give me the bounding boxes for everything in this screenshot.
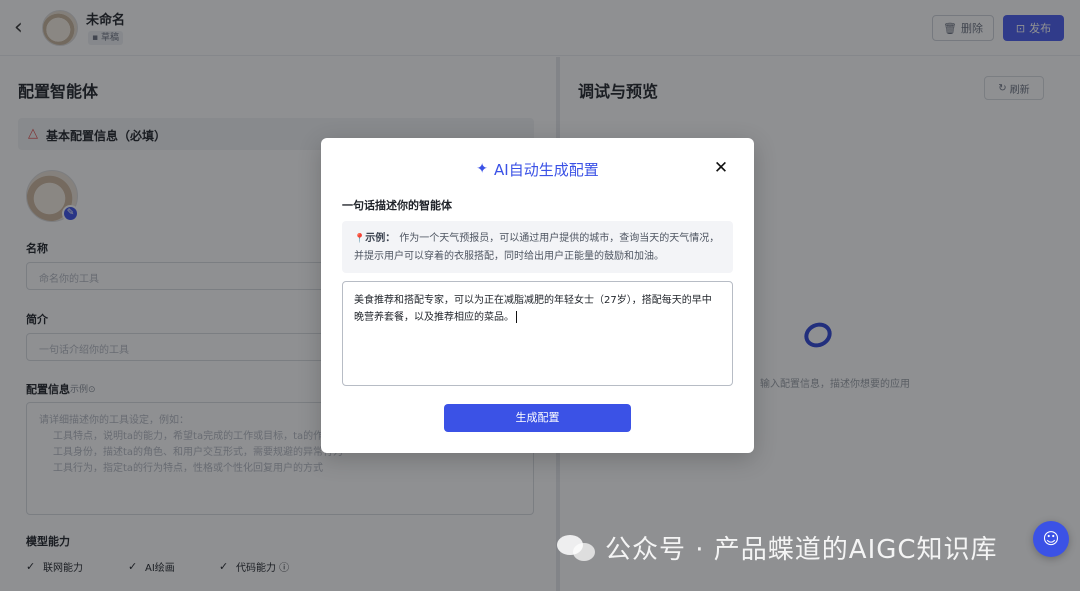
description-value: 美食推荐和搭配专家，可以为正在减脂减肥的年轻女士（27岁），搭配每天的早中晚营养… [354, 295, 712, 323]
ai-generate-modal: ✦ AI自动生成配置 ✕ 一句话描述你的智能体 📍示例： 作为一个天气预报员，可以… [321, 138, 754, 453]
pin-icon: 📍 [354, 234, 366, 244]
text-cursor [516, 311, 517, 323]
example-label: 示例： [365, 233, 396, 244]
chat-icon: ☺ [1042, 529, 1060, 548]
sparkle-icon: ✦ [476, 161, 489, 177]
watermark: 公众号 · 产品蝶道的AIGC知识库 [557, 527, 998, 567]
generate-button[interactable]: 生成配置 [444, 404, 631, 432]
description-input[interactable]: 美食推荐和搭配专家，可以为正在减脂减肥的年轻女士（27岁），搭配每天的早中晚营养… [342, 281, 733, 386]
description-label: 一句话描述你的智能体 [342, 199, 452, 212]
wechat-icon [557, 531, 597, 563]
example-text: 作为一个天气预报员，可以通过用户提供的城市，查询当天的天气情况，并提示用户可以穿… [354, 233, 720, 262]
modal-title: AI自动生成配置 [494, 160, 599, 179]
close-icon[interactable]: ✕ [713, 158, 729, 178]
example-box: 📍示例： 作为一个天气预报员，可以通过用户提供的城市，查询当天的天气情况，并提示用… [342, 221, 733, 273]
chat-assistant-button[interactable]: ☺ [1033, 521, 1069, 557]
modal-header: ✦ AI自动生成配置 [321, 158, 754, 180]
watermark-text: 公众号 · 产品蝶道的AIGC知识库 [605, 534, 998, 565]
